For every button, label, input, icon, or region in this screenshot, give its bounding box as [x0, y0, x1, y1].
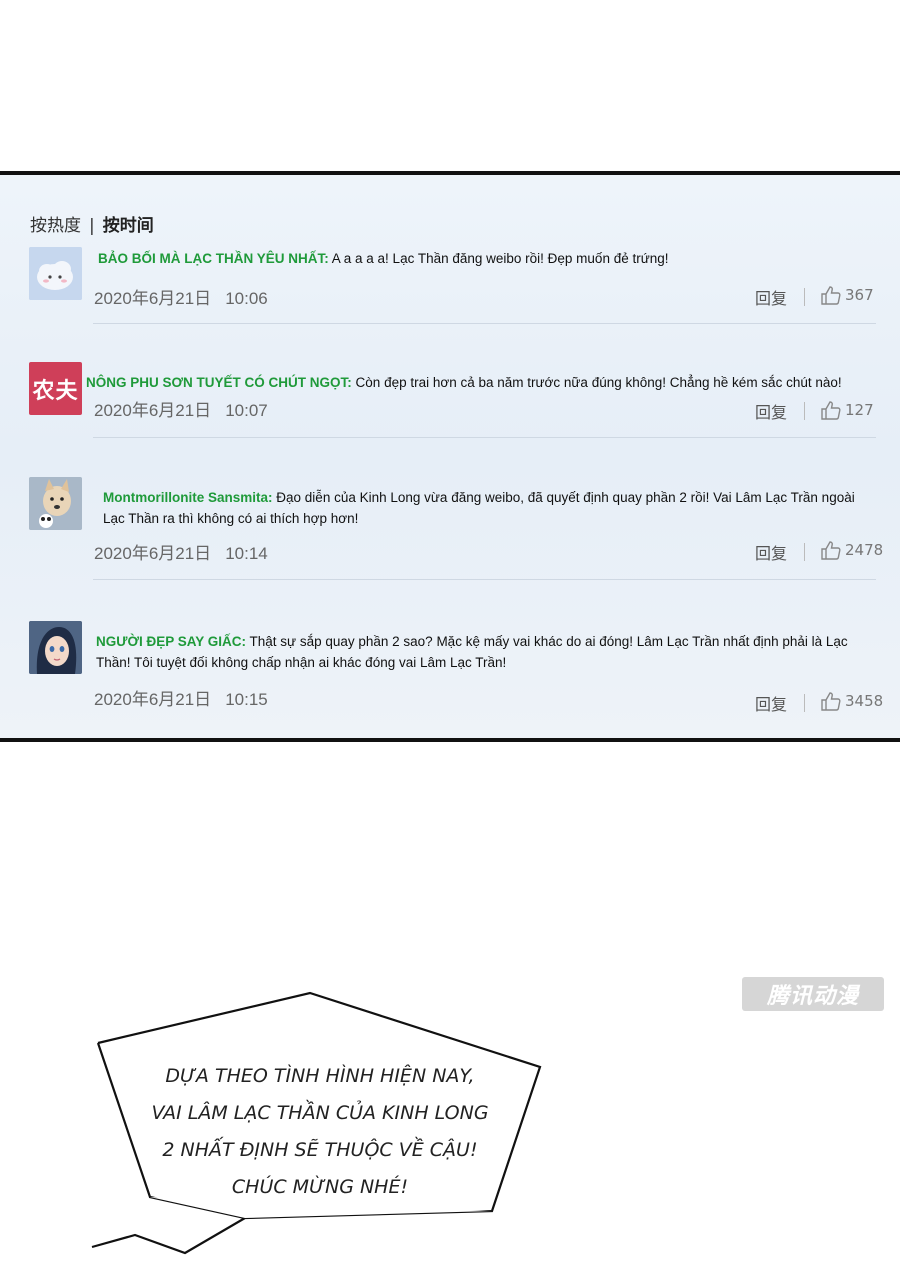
like-button[interactable]: 127 [820, 400, 874, 420]
comment-date: 2020年6月21日 [94, 289, 212, 308]
comment-body: Montmorillonite Sansmita: Đạo diễn của K… [103, 487, 863, 529]
divider [804, 694, 805, 712]
avatar[interactable] [29, 477, 82, 530]
thumbs-up-icon [821, 692, 841, 711]
like-button[interactable]: 367 [820, 285, 874, 305]
like-count: 2478 [845, 541, 884, 559]
comment-date: 2020年6月21日 [94, 544, 212, 563]
sort-by-hot-tab[interactable]: 按热度 [30, 216, 81, 236]
comment-time: 10:14 [225, 544, 268, 563]
like-count: 127 [845, 401, 874, 419]
comment-time: 10:07 [225, 401, 268, 420]
like-button[interactable]: 2478 [820, 540, 883, 560]
reply-button[interactable]: 回复 [755, 285, 787, 309]
dog-avatar-icon [29, 477, 82, 530]
reply-button[interactable]: 回复 [755, 691, 787, 715]
comment-meta: 2020年6月21日 10:06 [94, 284, 268, 309]
comment-separator [93, 323, 876, 324]
sort-separator: | [89, 216, 95, 236]
avatar-text: 农夫 [32, 378, 79, 404]
like-count: 3458 [845, 692, 884, 710]
thumbs-up-icon [821, 286, 841, 305]
comment-text: Còn đẹp trai hơn cả ba năm trước nữa đún… [355, 375, 842, 390]
comment-separator [93, 579, 876, 580]
comment-meta: 2020年6月21日 10:07 [94, 396, 268, 421]
thumbs-up-icon [821, 401, 841, 420]
comment-date: 2020年6月21日 [94, 690, 212, 709]
divider [804, 543, 805, 561]
comment-body: NÔNG PHU SƠN TUYẾT CÓ CHÚT NGỌT: Còn đẹp… [86, 372, 896, 393]
comment-body: NGƯỜI ĐẸP SAY GIẤC: Thật sự sắp quay phầ… [96, 631, 866, 673]
comment-meta: 2020年6月21日 10:15 [94, 685, 268, 710]
comment-meta: 2020年6月21日 10:14 [94, 539, 268, 564]
like-count: 367 [845, 286, 874, 304]
avatar[interactable] [29, 621, 82, 674]
reply-button[interactable]: 回复 [755, 399, 787, 423]
cloud-avatar-icon [29, 247, 82, 300]
comment-separator [93, 437, 876, 438]
comment-time: 10:15 [225, 690, 268, 709]
comment-body: BẢO BỐI MÀ LẠC THẦN YÊU NHẤT: A a a a a!… [98, 248, 878, 269]
thumbs-up-icon [821, 541, 841, 560]
sort-by-time-tab[interactable]: 按时间 [103, 216, 154, 236]
like-button[interactable]: 3458 [820, 691, 883, 711]
avatar[interactable] [29, 247, 82, 300]
divider [804, 402, 805, 420]
speech-bubble-text: DỰA THEO TÌNH HÌNH HIỆN NAY, VAI LÂM LẠC… [151, 1065, 489, 1198]
divider [804, 288, 805, 306]
comment-username[interactable]: BẢO BỐI MÀ LẠC THẦN YÊU NHẤT: [98, 251, 329, 266]
comment-text: A a a a a! Lạc Thần đăng weibo rồi! Đẹp … [331, 251, 669, 266]
comment-username[interactable]: Montmorillonite Sansmita: [103, 490, 273, 505]
comment-panel: 按热度 | 按时间 BẢO BỐI MÀ LẠC THẦN YÊU NHẤT: A … [0, 171, 900, 742]
sort-bar: 按热度 | 按时间 [30, 211, 154, 236]
avatar[interactable]: 农夫 [29, 362, 82, 415]
reply-button[interactable]: 回复 [755, 540, 787, 564]
girl-avatar-icon [29, 621, 82, 674]
comment-username[interactable]: NGƯỜI ĐẸP SAY GIẤC: [96, 634, 246, 649]
comment-username[interactable]: NÔNG PHU SƠN TUYẾT CÓ CHÚT NGỌT: [86, 375, 352, 390]
comment-date: 2020年6月21日 [94, 401, 212, 420]
comment-time: 10:06 [225, 289, 268, 308]
